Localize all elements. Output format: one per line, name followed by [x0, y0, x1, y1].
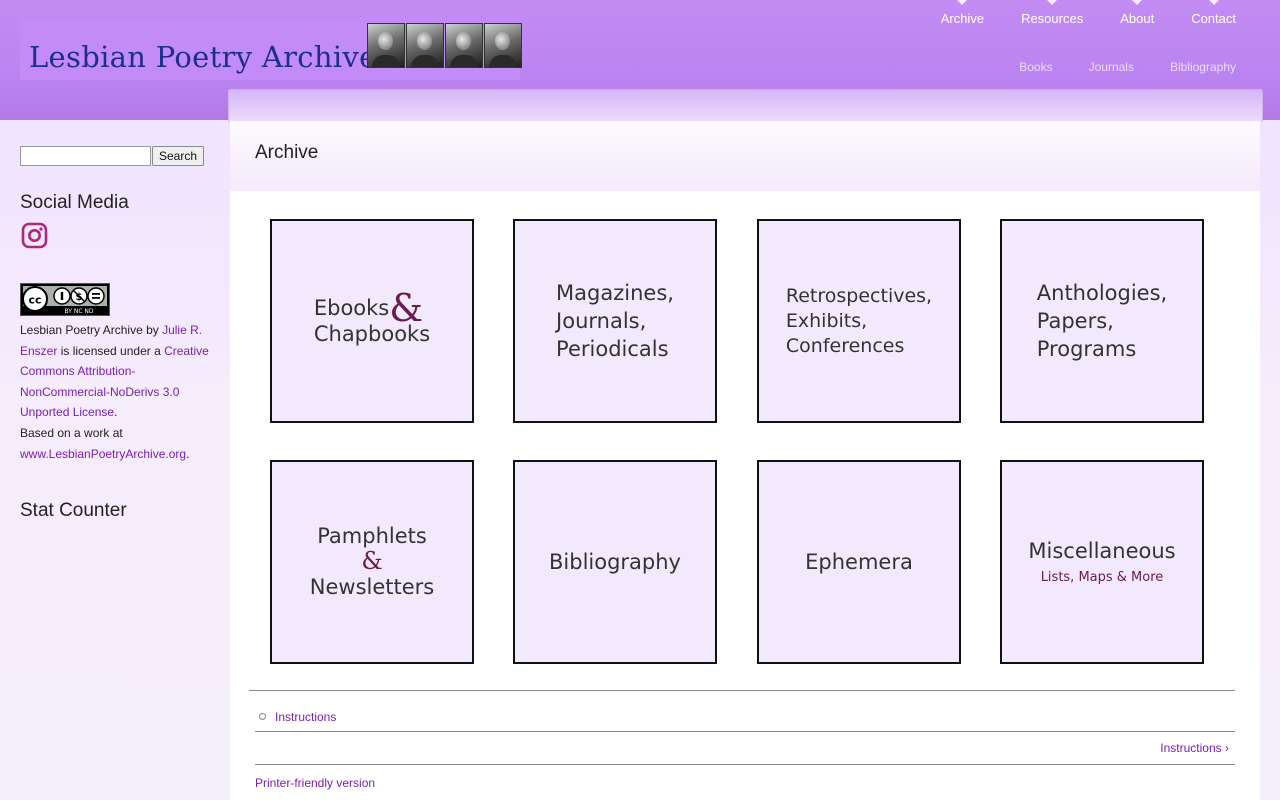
secondary-nav: Books Journals Bibliography [983, 60, 1236, 74]
social-media-heading: Social Media [20, 192, 129, 213]
page-title-band: Archive [230, 121, 1260, 191]
printer-friendly-link[interactable]: Printer-friendly version [255, 776, 375, 790]
main-content: Archive Ebooks& Chapbooks Magazines, Jou… [230, 121, 1260, 800]
tile-label: Programs [1036, 337, 1137, 361]
subnav-books[interactable]: Books [1019, 60, 1052, 74]
content-header-bar [228, 89, 1263, 122]
tile-pamphlets-newsletters[interactable]: Pamphlets & Newsletters [270, 460, 474, 664]
instagram-icon[interactable] [21, 222, 48, 249]
tile-miscellaneous[interactable]: Miscellaneous Lists, Maps & More [1000, 460, 1204, 664]
tile-label: Ephemera [805, 550, 913, 574]
tile-label: Periodicals [556, 337, 669, 361]
portrait-image-4 [484, 23, 522, 68]
tile-ebooks-chapbooks[interactable]: Ebooks& Chapbooks [270, 219, 474, 423]
site-logo[interactable]: Lesbian Poetry Archive [20, 18, 522, 80]
tile-label: Retrospectives, [785, 284, 933, 307]
nav-archive[interactable]: Archive [941, 0, 984, 26]
divider [255, 764, 1235, 765]
portrait-image-2 [406, 23, 444, 68]
tile-label: Ebooks [313, 296, 390, 320]
license-text-part: is licensed under a [57, 343, 165, 358]
search-input[interactable] [20, 146, 151, 166]
license-text-part: . [186, 446, 190, 461]
license-text-part: . [114, 405, 118, 420]
tile-bibliography[interactable]: Bibliography [513, 460, 717, 664]
tile-label: Exhibits, [785, 309, 868, 332]
tile-label: Pamphlets [317, 524, 427, 548]
tile-label: Miscellaneous [1028, 539, 1176, 563]
book-nav-child-label: Instructions [275, 710, 337, 724]
nav-contact[interactable]: Contact [1191, 0, 1236, 26]
bullet-icon [259, 713, 266, 720]
cc-license-badge[interactable]: cc $ BY NC ND [20, 283, 110, 316]
license-text: Lesbian Poetry Archive by Julie R. Ensze… [20, 320, 215, 464]
tile-label: Magazines, [556, 281, 674, 305]
page-title: Archive [255, 142, 319, 163]
search-button[interactable]: Search [152, 146, 205, 166]
cc-badge-label: BY NC ND [64, 308, 93, 315]
tile-anthologies-papers[interactable]: Anthologies, Papers, Programs [1000, 219, 1204, 423]
tile-label: Journals, [556, 309, 647, 333]
tile-label: Chapbooks [313, 322, 431, 346]
site-link[interactable]: www.LesbianPoetryArchive.org [20, 447, 186, 461]
tile-label: Anthologies, [1036, 281, 1168, 305]
primary-nav: Archive Resources About Contact [904, 0, 1236, 26]
portrait-image-3 [445, 23, 483, 68]
tile-magazines-journals[interactable]: Magazines, Journals, Periodicals [513, 219, 717, 423]
tile-label: Conferences [785, 334, 905, 357]
stat-counter-heading: Stat Counter [20, 500, 127, 521]
tile-ephemera[interactable]: Ephemera [757, 460, 961, 664]
tile-retrospectives-exhibits[interactable]: Retrospectives, Exhibits, Conferences [757, 219, 961, 423]
tile-label: Papers, [1036, 309, 1114, 333]
ampersand: & [361, 547, 383, 575]
svg-text:cc: cc [28, 294, 41, 307]
subnav-bibliography[interactable]: Bibliography [1170, 60, 1236, 74]
license-text-part: Lesbian Poetry Archive by [20, 323, 163, 337]
license-text-part: Based on a work at [20, 425, 123, 440]
next-page-link[interactable]: Instructions › [1160, 741, 1229, 755]
nav-about[interactable]: About [1120, 0, 1154, 26]
book-nav-child-instructions[interactable]: Instructions [259, 710, 337, 724]
nav-resources[interactable]: Resources [1021, 0, 1083, 26]
site-title: Lesbian Poetry Archive [29, 40, 377, 74]
portrait-image-1 [367, 23, 405, 68]
tile-label: Bibliography [549, 550, 681, 574]
divider [255, 731, 1235, 732]
divider [249, 690, 1235, 691]
tile-label: Newsletters [309, 575, 435, 599]
tile-subtitle: Lists, Maps & More [1040, 570, 1164, 585]
subnav-journals[interactable]: Journals [1089, 60, 1134, 74]
